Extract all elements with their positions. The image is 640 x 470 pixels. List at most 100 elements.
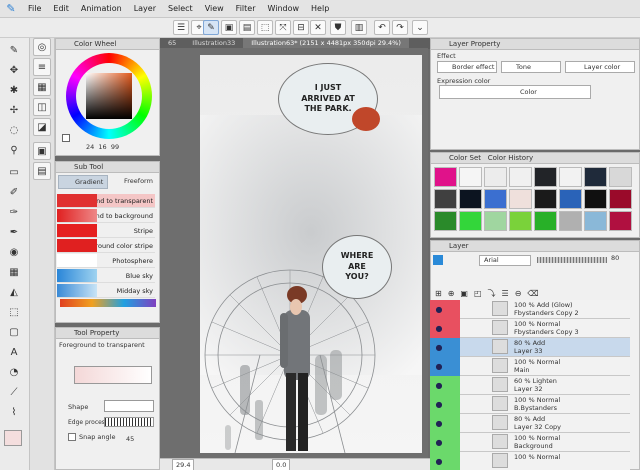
menu-file[interactable]: File <box>22 4 47 13</box>
gradient-item[interactable]: Blue sky <box>57 269 155 283</box>
opacity-value[interactable]: 80 <box>611 254 619 262</box>
gradient-tool-icon[interactable]: ▦ <box>6 264 22 280</box>
gallery-icon[interactable]: ▤ <box>239 20 255 35</box>
menu-icon[interactable]: ☰ <box>173 20 189 35</box>
opacity-slider[interactable] <box>537 257 607 263</box>
frame-tool-icon[interactable]: ▢ <box>6 324 22 340</box>
clear-icon[interactable]: ⊟ <box>293 20 309 35</box>
blend-mode-select[interactable]: Arial <box>479 255 531 266</box>
color-swatch[interactable] <box>484 167 507 187</box>
edge-selector[interactable] <box>104 417 154 427</box>
layer-row[interactable]: ● 100 % Add (Glow) Fbystanders Copy 2 <box>430 300 630 319</box>
color-swatch[interactable] <box>584 167 607 187</box>
magic-wand-icon[interactable]: ⚲ <box>6 142 22 158</box>
pen-tool-icon[interactable]: ✎ <box>6 42 22 58</box>
menu-window[interactable]: Window <box>261 4 305 13</box>
figure-tool-icon[interactable]: ⬚ <box>6 304 22 320</box>
save-icon[interactable]: ▥ <box>351 20 367 35</box>
tone-button[interactable]: Tone <box>501 61 561 73</box>
fill-icon[interactable]: ⛊ <box>330 20 346 35</box>
eraser-icon[interactable]: ▭ <box>6 164 22 180</box>
zoom-field[interactable]: 29.4 <box>172 459 195 470</box>
menu-filter[interactable]: Filter <box>230 4 262 13</box>
close-icon[interactable]: ✕ <box>310 20 326 35</box>
text-tool-icon[interactable]: A <box>6 344 22 360</box>
color-swatch[interactable] <box>484 189 507 209</box>
eye-icon[interactable]: ● <box>432 453 446 469</box>
color-swatch[interactable] <box>534 189 557 209</box>
gradient-item[interactable]: Stripe <box>57 224 155 238</box>
tab-gradient[interactable]: Gradient <box>58 175 108 189</box>
snap-checkbox[interactable] <box>68 433 76 441</box>
ruler-tool-icon[interactable]: ⟋ <box>6 384 22 400</box>
eye-icon[interactable]: ● <box>432 377 446 393</box>
menu-view[interactable]: View <box>199 4 230 13</box>
color-swatch[interactable] <box>509 167 532 187</box>
speech-bubble-2[interactable]: WHERE ARE YOU? <box>322 235 392 299</box>
sparkle-tool-icon[interactable]: ✱ <box>6 82 22 98</box>
layer-row[interactable]: ● 100 % Normal <box>430 452 630 470</box>
color-swatch[interactable] <box>559 167 582 187</box>
menu-edit[interactable]: Edit <box>47 4 75 13</box>
layer-row[interactable]: ● 60 % Lighten Layer 32 <box>430 376 630 395</box>
move-tool-icon[interactable]: ✥ <box>6 62 22 78</box>
expression-color-select[interactable]: Color <box>439 85 591 99</box>
layer-row[interactable]: ● 100 % Normal B.Bystanders <box>430 395 630 414</box>
gradient-item[interactable] <box>60 299 156 307</box>
color-swatch[interactable] <box>434 211 457 231</box>
color-swatch[interactable] <box>459 167 482 187</box>
eye-icon[interactable]: ● <box>432 415 446 431</box>
gradient-item[interactable]: Background color stripe <box>57 239 155 253</box>
balloon-tool-icon[interactable]: ◔ <box>6 364 22 380</box>
layer-row[interactable]: ● 100 % Normal Fbystanders Copy 3 <box>430 319 630 338</box>
color-swatch[interactable] <box>609 189 632 209</box>
color-swatch[interactable] <box>434 189 457 209</box>
rotation-field[interactable]: 0.0 <box>272 459 291 470</box>
color-wheel-tab-icon[interactable]: ◎ <box>33 38 51 56</box>
layer-row[interactable]: ● 80 % Add Layer 32 Copy <box>430 414 630 433</box>
current-color-chip[interactable] <box>62 134 70 142</box>
color-swatch[interactable] <box>559 189 582 209</box>
eye-icon[interactable]: ● <box>432 396 446 412</box>
color-swatch[interactable] <box>459 211 482 231</box>
eye-icon[interactable]: ● <box>432 434 446 450</box>
layer-row[interactable]: ● 80 % Add Layer 33 <box>430 338 630 357</box>
gradient-item[interactable]: Midday sky <box>57 284 155 298</box>
main-color-swatch[interactable] <box>4 430 22 446</box>
eye-icon[interactable]: ● <box>432 301 446 317</box>
menu-select[interactable]: Select <box>162 4 199 13</box>
eye-icon[interactable]: ● <box>432 358 446 374</box>
snap-value[interactable]: 45 <box>126 435 134 443</box>
intermediate-color-icon[interactable]: ◫ <box>33 98 51 116</box>
tab-color-history[interactable]: Color History <box>488 154 533 162</box>
color-swatch[interactable] <box>509 189 532 209</box>
lasso-tool-icon[interactable]: ◌ <box>6 122 22 138</box>
color-swatch[interactable] <box>484 211 507 231</box>
layer-tools-row[interactable]: ⊞⊕▣◰⤵☰⊖⌫ <box>435 288 635 298</box>
eye-icon[interactable]: ● <box>432 339 446 355</box>
undo-icon[interactable]: ↶ <box>374 20 390 35</box>
saturation-square[interactable] <box>86 73 132 119</box>
airbrush-icon[interactable]: ✑ <box>6 204 22 220</box>
transform-icon[interactable]: ⤧ <box>275 20 291 35</box>
fill-tool-icon[interactable]: ◭ <box>6 284 22 300</box>
navigator-icon[interactable]: ▣ <box>33 142 51 160</box>
color-swatch[interactable] <box>559 211 582 231</box>
gradient-item[interactable]: Foreground to background <box>57 209 155 223</box>
border-effect-button[interactable]: Border effect <box>437 61 497 73</box>
layer-row[interactable]: ● 100 % Normal Main <box>430 357 630 376</box>
approx-color-icon[interactable]: ◪ <box>33 118 51 136</box>
pen-icon[interactable]: ✎ <box>203 20 219 35</box>
gradient-item[interactable]: Photosphere <box>57 254 155 268</box>
layer-color-button[interactable]: Layer color <box>565 61 635 73</box>
color-swatch[interactable] <box>584 189 607 209</box>
tab-color-set[interactable]: Color Set <box>449 154 481 162</box>
gradient-preview[interactable] <box>74 366 152 384</box>
shape-selector[interactable] <box>104 400 154 412</box>
layer-row[interactable]: ● 100 % Normal Background <box>430 433 630 452</box>
correct-line-icon[interactable]: ⌇ <box>6 404 22 420</box>
operation-tool-icon[interactable]: ✢ <box>6 102 22 118</box>
menu-help[interactable]: Help <box>305 4 335 13</box>
chevron-down-icon[interactable]: ⌄ <box>412 20 428 35</box>
blend-icon[interactable]: ◉ <box>6 244 22 260</box>
